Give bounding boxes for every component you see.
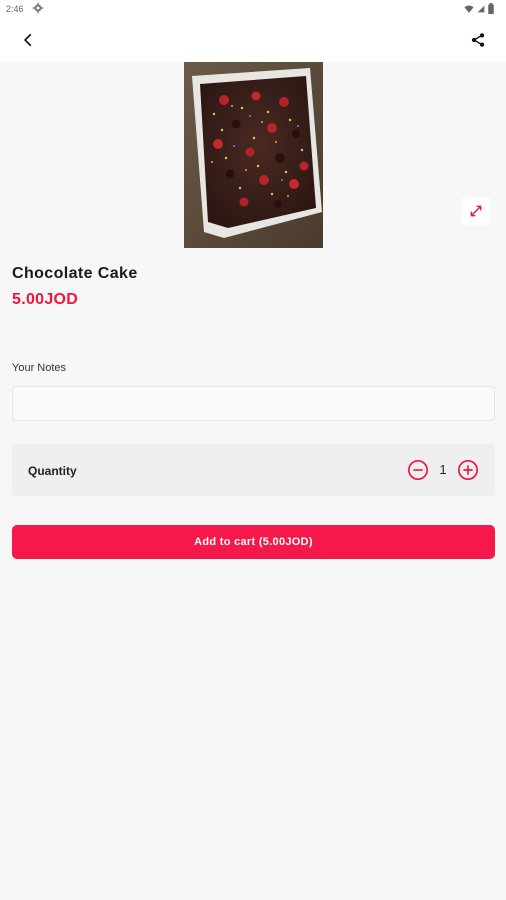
minus-circle-icon[interactable] xyxy=(407,459,429,481)
plus-circle-icon[interactable] xyxy=(457,459,479,481)
signal-icon xyxy=(477,5,485,12)
battery-icon xyxy=(488,3,494,14)
quantity-value: 1 xyxy=(439,462,447,477)
share-button[interactable] xyxy=(464,28,492,52)
expand-image-button[interactable] xyxy=(462,197,490,225)
quantity-stepper: Quantity 1 xyxy=(12,444,495,496)
notes-label: Your Notes xyxy=(12,362,67,374)
add-to-cart-button[interactable]: Add to cart (5.00JOD) xyxy=(12,525,495,559)
back-button[interactable] xyxy=(14,28,42,52)
app-bar xyxy=(0,18,506,62)
product-price: 5.00JOD xyxy=(12,291,79,308)
settings-gear-icon xyxy=(32,2,44,14)
status-time: 2:46 xyxy=(6,4,24,14)
quantity-label: Quantity xyxy=(28,464,77,478)
notes-input[interactable] xyxy=(12,386,495,421)
expand-arrows-icon xyxy=(470,205,482,217)
share-icon xyxy=(471,33,485,47)
status-icons xyxy=(464,3,494,14)
product-name: Chocolate Cake xyxy=(12,265,138,282)
product-image[interactable] xyxy=(184,62,323,248)
chevron-left-icon xyxy=(24,33,32,47)
status-bar: 2:46 xyxy=(0,0,506,18)
wifi-icon xyxy=(464,4,474,13)
cake-photo xyxy=(184,62,323,248)
